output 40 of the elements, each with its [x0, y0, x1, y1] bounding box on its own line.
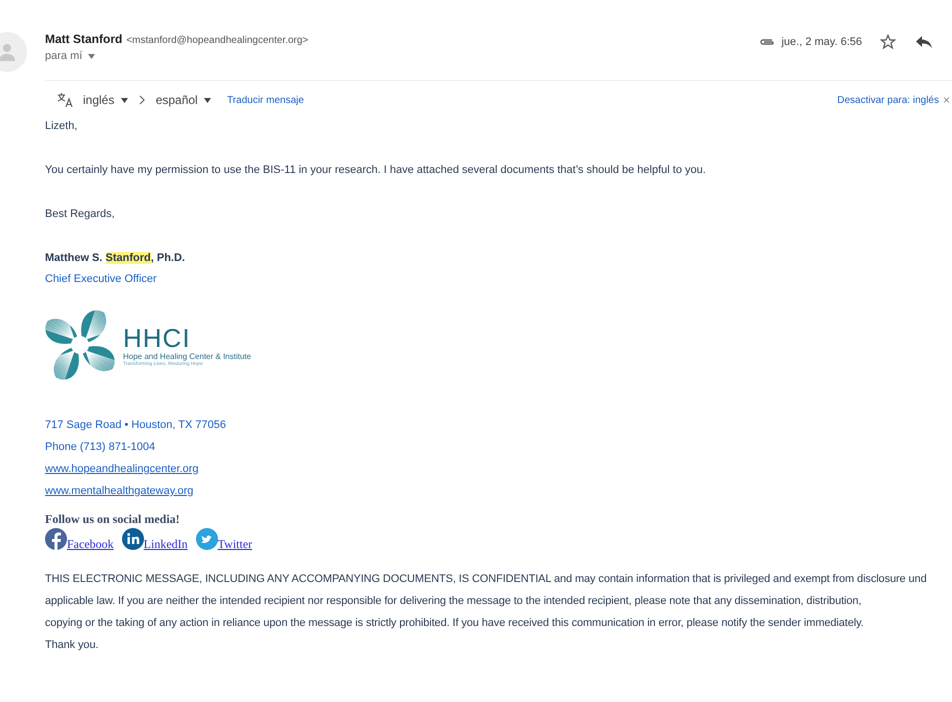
job-title: Chief Executive Officer [45, 272, 157, 286]
chevron-right-icon [138, 95, 146, 105]
address: 717 Sage Road • Houston, TX 77056 [45, 418, 226, 432]
signature-name: Matthew S. Stanford, Ph.D. [45, 251, 185, 265]
translate-message-link[interactable]: Traducir mensaje [227, 94, 304, 106]
person-icon [0, 41, 18, 63]
disclaimer-text: Thank you. [45, 638, 98, 652]
paperclip-icon [759, 37, 776, 47]
website-link[interactable]: www.hopeandhealingcenter.org [45, 463, 199, 475]
star-icon[interactable] [880, 34, 896, 50]
target-language-dropdown[interactable]: español [156, 93, 212, 107]
disclaimer-text: copying or the taking of any action in reliance upon the message is strictly prohibited. If you have received this communication in error, please notify the sender immediately. [45, 616, 864, 630]
recipient-dropdown[interactable]: para mí [45, 50, 96, 62]
message-paragraph: You certainly have my permission to use the BIS-11 in your research. I have attached several documents that’s should be helpful to you. [45, 163, 706, 177]
logo-name: Hope and Healing Center & Institute [123, 352, 252, 360]
social-link[interactable]: Facebook [67, 537, 114, 552]
caret-icon [88, 54, 96, 59]
caret-icon [120, 98, 128, 104]
sender-email: <mstanford@hopeandhealingcenter.org> [126, 35, 308, 46]
source-language-dropdown[interactable]: inglés [83, 93, 128, 107]
logo-initials: HHCI [123, 324, 192, 352]
closing: Best Regards, [45, 207, 115, 221]
reply-icon[interactable] [916, 35, 932, 49]
linkedin-icon[interactable] [122, 528, 144, 550]
phone-number: Phone (713) 871-1004 [45, 440, 156, 454]
disclaimer-text: applicable law. If you are neither the intended recipient nor responsible for delivering the message to the intended recipient, please note that any dissemination, distribution, [45, 594, 862, 608]
social-link[interactable]: LinkedIn [144, 537, 188, 552]
facebook-icon[interactable] [45, 528, 67, 550]
sender-name: Matt Stanford [45, 32, 122, 46]
message-date: jue., 2 may. 6:56 [781, 36, 862, 48]
close-button[interactable]: × [942, 93, 950, 107]
translate-icon [57, 93, 73, 107]
greeting: Lizeth, [45, 119, 78, 133]
social-link[interactable]: Twitter [218, 537, 252, 552]
bird-icon[interactable] [196, 528, 218, 550]
disable-translation-link[interactable]: Desactivar para: inglés [837, 94, 939, 106]
disclaimer-text: THIS ELECTRONIC MESSAGE, INCLUDING ANY ACCOMPANYING DOCUMENTS, IS CONFIDENTIAL and may contain information that is privileged and exempt from disclosure und [45, 572, 927, 586]
social-heading: Follow us on social media! [45, 512, 180, 526]
caret-icon [204, 98, 212, 104]
website-link[interactable]: www.mentalhealthgateway.org [45, 485, 194, 497]
